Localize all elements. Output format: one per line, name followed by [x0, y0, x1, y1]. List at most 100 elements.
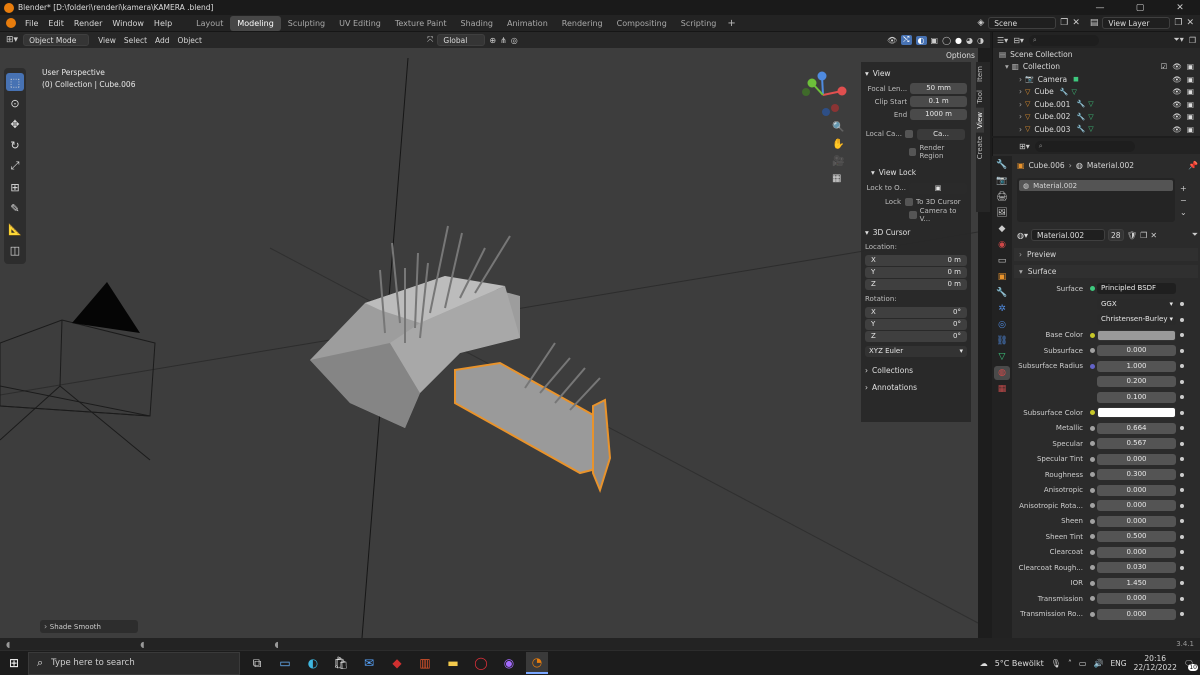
- menu-help[interactable]: Help: [149, 19, 177, 28]
- socket-menu-icon[interactable]: [1180, 565, 1184, 570]
- visibility-eye-icon[interactable]: 👁: [1172, 75, 1182, 84]
- render-camera-icon[interactable]: ▣: [1187, 112, 1194, 121]
- outliner-editor-icon[interactable]: ☰▾: [997, 36, 1008, 45]
- surface-section-header[interactable]: ▾ Surface: [1014, 265, 1198, 278]
- clock[interactable]: 20:16 22/12/2022: [1134, 654, 1177, 672]
- unlink-material-icon[interactable]: ✕: [1150, 231, 1157, 240]
- mode-selector[interactable]: Object Mode: [23, 34, 90, 46]
- duplicate-material-icon[interactable]: ❐: [1140, 231, 1147, 240]
- input-socket-icon[interactable]: [1089, 580, 1095, 586]
- menu-file[interactable]: File: [20, 19, 43, 28]
- socket-menu-icon[interactable]: [1180, 426, 1184, 431]
- surface-shader-field[interactable]: Principled BSDF: [1097, 283, 1176, 295]
- collection-tab-icon[interactable]: ▭: [994, 254, 1010, 268]
- shader-field-sheen[interactable]: 0.000: [1097, 515, 1176, 527]
- camera-to-view-checkbox[interactable]: [909, 210, 917, 219]
- pin-icon[interactable]: 📌: [1188, 161, 1198, 170]
- visibility-eye-icon[interactable]: 👁: [1172, 112, 1182, 121]
- input-socket-icon[interactable]: [1089, 534, 1095, 540]
- new-view-layer-icon[interactable]: ❐: [1174, 18, 1182, 28]
- distribution-dropdown[interactable]: GGX ▾: [1097, 298, 1176, 310]
- rendered-shading-icon[interactable]: ◑: [977, 36, 984, 45]
- visibility-eye-icon[interactable]: 👁: [1172, 87, 1182, 96]
- visibility-eye-icon[interactable]: 👁: [1172, 125, 1182, 134]
- remove-slot-icon[interactable]: −: [1180, 196, 1187, 205]
- socket-menu-icon[interactable]: [1180, 581, 1184, 586]
- network-icon[interactable]: ▭: [1079, 659, 1087, 668]
- display-mode-icon[interactable]: ⊟▾: [1013, 36, 1024, 45]
- opera-icon[interactable]: ◯: [470, 652, 492, 674]
- tab-item[interactable]: Item: [976, 62, 984, 86]
- input-socket-icon[interactable]: [1089, 611, 1095, 617]
- socket-menu-icon[interactable]: [1180, 333, 1184, 338]
- annotate-tool-icon[interactable]: ✎: [6, 199, 24, 217]
- input-socket-icon[interactable]: [1089, 596, 1095, 602]
- data-tab-icon[interactable]: ▽: [994, 350, 1010, 364]
- render-camera-icon[interactable]: ▣: [1187, 87, 1194, 96]
- cursor-location-x-field[interactable]: X 0 m: [865, 255, 967, 266]
- cursor-location-y-field[interactable]: Y 0 m: [865, 267, 967, 278]
- preview-section-header[interactable]: › Preview: [1014, 248, 1198, 261]
- scene-selector[interactable]: Scene: [988, 17, 1057, 29]
- properties-search-input[interactable]: ⌕: [1034, 140, 1135, 152]
- pivot-icon[interactable]: ⊕: [489, 36, 496, 45]
- expand-arrow-icon[interactable]: ›: [1019, 75, 1022, 84]
- tool-tab-icon[interactable]: 🔧: [994, 158, 1010, 172]
- messenger-icon[interactable]: ◉: [498, 652, 520, 674]
- viewport-menu-select[interactable]: Select: [124, 36, 147, 45]
- 3d-viewport[interactable]: ⬚ ⊙ ✥ ↻ ⤢ ⊞ ✎ 📐 ◫ User Perspective (0) C…: [0, 48, 978, 638]
- tray-arrow-icon[interactable]: ˄: [1068, 659, 1072, 668]
- file-explorer-icon[interactable]: ▬: [442, 652, 464, 674]
- options-button[interactable]: Options: [946, 51, 975, 60]
- annotations-section-header[interactable]: › Annotations: [865, 380, 967, 394]
- wireframe-shading-icon[interactable]: ◯: [942, 36, 951, 45]
- render-camera-icon[interactable]: ▣: [1187, 75, 1194, 84]
- constraints-tab-icon[interactable]: ⛓: [994, 334, 1010, 348]
- filter-icon[interactable]: ⏷▾: [1173, 35, 1183, 45]
- blender-taskbar-icon[interactable]: ◔: [526, 652, 548, 674]
- shader-field-subsurface-radius-4[interactable]: 0.100: [1097, 391, 1176, 403]
- blender-menu-icon[interactable]: [6, 18, 16, 28]
- store-icon[interactable]: 🛍: [330, 652, 352, 674]
- scene-tab-icon[interactable]: ◆: [994, 222, 1010, 236]
- material-tab-icon[interactable]: ◍: [994, 366, 1010, 380]
- new-collection-icon[interactable]: ❐: [1189, 36, 1196, 45]
- viewport-menu-object[interactable]: Object: [178, 36, 202, 45]
- tab-tool[interactable]: Tool: [976, 86, 984, 108]
- add-workspace-icon[interactable]: +: [727, 18, 735, 29]
- volume-icon[interactable]: 🔊: [1093, 659, 1103, 668]
- material-name-field[interactable]: Material.002: [1031, 229, 1105, 241]
- maximize-icon[interactable]: ▢: [1120, 3, 1160, 13]
- input-socket-icon[interactable]: [1089, 456, 1095, 462]
- shader-field-anisotropic-rota[interactable]: 0.000: [1097, 500, 1176, 512]
- socket-menu-icon[interactable]: [1180, 550, 1184, 555]
- fake-user-icon[interactable]: 🛡: [1127, 231, 1137, 240]
- physics-tab-icon[interactable]: ◎: [994, 318, 1010, 332]
- input-socket-icon[interactable]: [1090, 395, 1095, 400]
- outliner-item-cube-003[interactable]: › ▽ Cube.003 🔧 ▽ 👁 ▣: [993, 123, 1200, 136]
- start-windows-icon[interactable]: ⊞: [0, 652, 28, 674]
- language-indicator[interactable]: ENG: [1110, 659, 1126, 668]
- add-cube-tool-icon[interactable]: ◫: [6, 241, 24, 259]
- shader-field-roughness[interactable]: 0.300: [1097, 469, 1176, 481]
- visibility-eye-icon[interactable]: 👁: [1172, 62, 1182, 71]
- gizmo-icon[interactable]: ⤭: [901, 35, 912, 45]
- socket-menu-icon[interactable]: [1180, 612, 1184, 617]
- rotation-mode-dropdown[interactable]: XYZ Euler ▾: [865, 346, 967, 357]
- tab-layout[interactable]: Layout: [189, 16, 230, 31]
- expand-arrow-icon[interactable]: ›: [1019, 112, 1022, 121]
- subsurface-method-dropdown[interactable]: Christensen-Burley ▾: [1097, 314, 1176, 326]
- transform-orientation-selector[interactable]: Global: [437, 34, 486, 46]
- input-socket-icon[interactable]: [1089, 549, 1095, 555]
- editor-type-icon[interactable]: ⊞▾: [6, 35, 18, 45]
- output-tab-icon[interactable]: 🖨: [994, 190, 1010, 204]
- notifications-icon[interactable]: 🗨 10: [1184, 659, 1198, 671]
- outliner-item-cube[interactable]: › ▽ Cube 🔧 ▽ 👁 ▣: [993, 86, 1200, 99]
- navigation-gizmo-icon[interactable]: [798, 70, 848, 118]
- solid-shading-icon[interactable]: ●: [955, 36, 962, 45]
- expand-arrow-icon[interactable]: ›: [1019, 100, 1022, 109]
- outliner-item-cube-002[interactable]: › ▽ Cube.002 🔧 ▽ 👁 ▣: [993, 111, 1200, 124]
- shader-field-transmission[interactable]: 0.000: [1097, 593, 1176, 605]
- tab-texture-paint[interactable]: Texture Paint: [388, 16, 454, 31]
- shader-field-ior[interactable]: 1.450: [1097, 577, 1176, 589]
